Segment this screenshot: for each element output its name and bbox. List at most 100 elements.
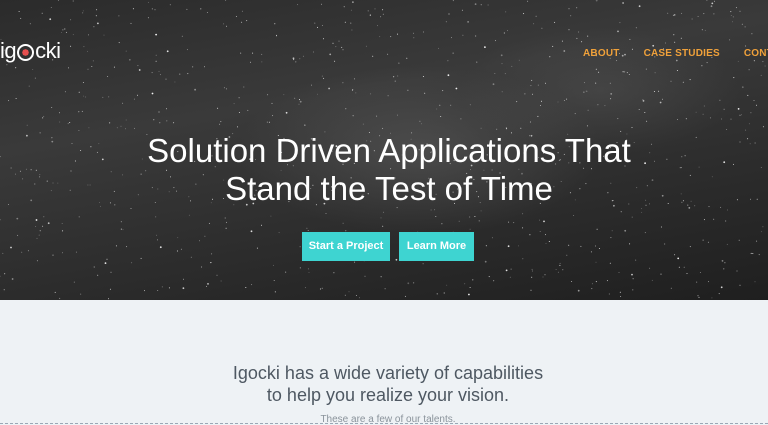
star	[595, 245, 596, 247]
star	[531, 79, 533, 81]
nav-link-about[interactable]: ABOUT	[583, 48, 620, 59]
star	[62, 230, 64, 232]
star	[67, 123, 69, 125]
logo-mark-icon	[17, 43, 35, 61]
star	[156, 234, 158, 236]
star	[313, 51, 314, 53]
star	[626, 72, 628, 74]
logo-text-suffix: cki	[35, 38, 61, 63]
star	[88, 127, 90, 129]
star	[478, 220, 480, 222]
star	[436, 293, 438, 295]
star	[710, 5, 713, 8]
star	[505, 127, 507, 129]
star	[245, 287, 247, 288]
star	[577, 289, 580, 292]
star	[235, 16, 237, 17]
star	[505, 269, 508, 272]
star	[183, 278, 184, 280]
star	[711, 2, 714, 5]
star	[549, 56, 551, 58]
star	[161, 286, 163, 288]
star	[455, 87, 458, 90]
star	[174, 81, 176, 83]
logo[interactable]: ig cki	[0, 38, 61, 64]
star	[559, 264, 561, 266]
star	[689, 246, 691, 248]
star	[323, 38, 324, 40]
star	[97, 274, 99, 276]
star	[130, 22, 132, 24]
star	[505, 11, 507, 13]
star	[586, 90, 588, 92]
star	[435, 216, 437, 217]
star	[641, 211, 643, 213]
star	[737, 60, 739, 62]
star	[159, 122, 161, 124]
star	[748, 123, 750, 125]
star	[522, 213, 524, 215]
nav-link-case-studies[interactable]: CASE STUDIES	[644, 48, 720, 59]
star	[680, 37, 682, 39]
star	[206, 12, 208, 13]
star	[713, 218, 715, 220]
star	[535, 15, 537, 17]
star	[492, 83, 495, 86]
star	[125, 50, 127, 52]
star	[29, 23, 31, 25]
star	[369, 14, 371, 16]
star	[739, 284, 741, 286]
star	[699, 272, 701, 273]
learn-more-button[interactable]: Learn More	[399, 232, 474, 261]
star	[211, 253, 213, 255]
star	[527, 0, 529, 2]
star	[503, 32, 505, 34]
star	[469, 104, 471, 106]
star	[652, 44, 655, 47]
star	[120, 228, 122, 230]
star	[541, 100, 542, 102]
star	[271, 102, 273, 104]
star	[723, 268, 725, 270]
star	[155, 33, 158, 36]
star	[729, 39, 731, 41]
star	[510, 268, 512, 270]
star	[674, 41, 676, 43]
star	[251, 284, 253, 286]
star	[678, 266, 680, 268]
star	[0, 219, 1, 221]
star	[423, 31, 424, 33]
capabilities-tagline: Igocki has a wide variety of capabilitie…	[0, 362, 768, 406]
star	[2, 252, 4, 254]
star	[422, 76, 424, 77]
star	[379, 36, 381, 38]
star	[691, 18, 693, 20]
star	[382, 13, 384, 15]
star	[177, 237, 179, 239]
star	[598, 248, 600, 249]
star	[662, 98, 663, 100]
star	[154, 9, 156, 11]
star	[35, 226, 37, 227]
star	[110, 271, 112, 273]
star	[611, 230, 613, 232]
start-project-button[interactable]: Start a Project	[302, 232, 390, 261]
star	[42, 117, 44, 119]
star	[321, 25, 323, 26]
star	[557, 271, 559, 273]
star	[676, 70, 678, 71]
nav-link-contact[interactable]: CONTACT	[744, 48, 768, 59]
star	[3, 289, 5, 291]
star	[718, 293, 720, 295]
star	[446, 284, 448, 286]
star	[591, 288, 593, 290]
star	[436, 108, 438, 110]
star	[480, 210, 482, 212]
star	[200, 8, 202, 10]
star	[382, 9, 384, 11]
star	[370, 93, 372, 95]
star	[187, 73, 189, 75]
star	[507, 30, 508, 32]
star	[225, 0, 227, 1]
star	[72, 0, 74, 2]
